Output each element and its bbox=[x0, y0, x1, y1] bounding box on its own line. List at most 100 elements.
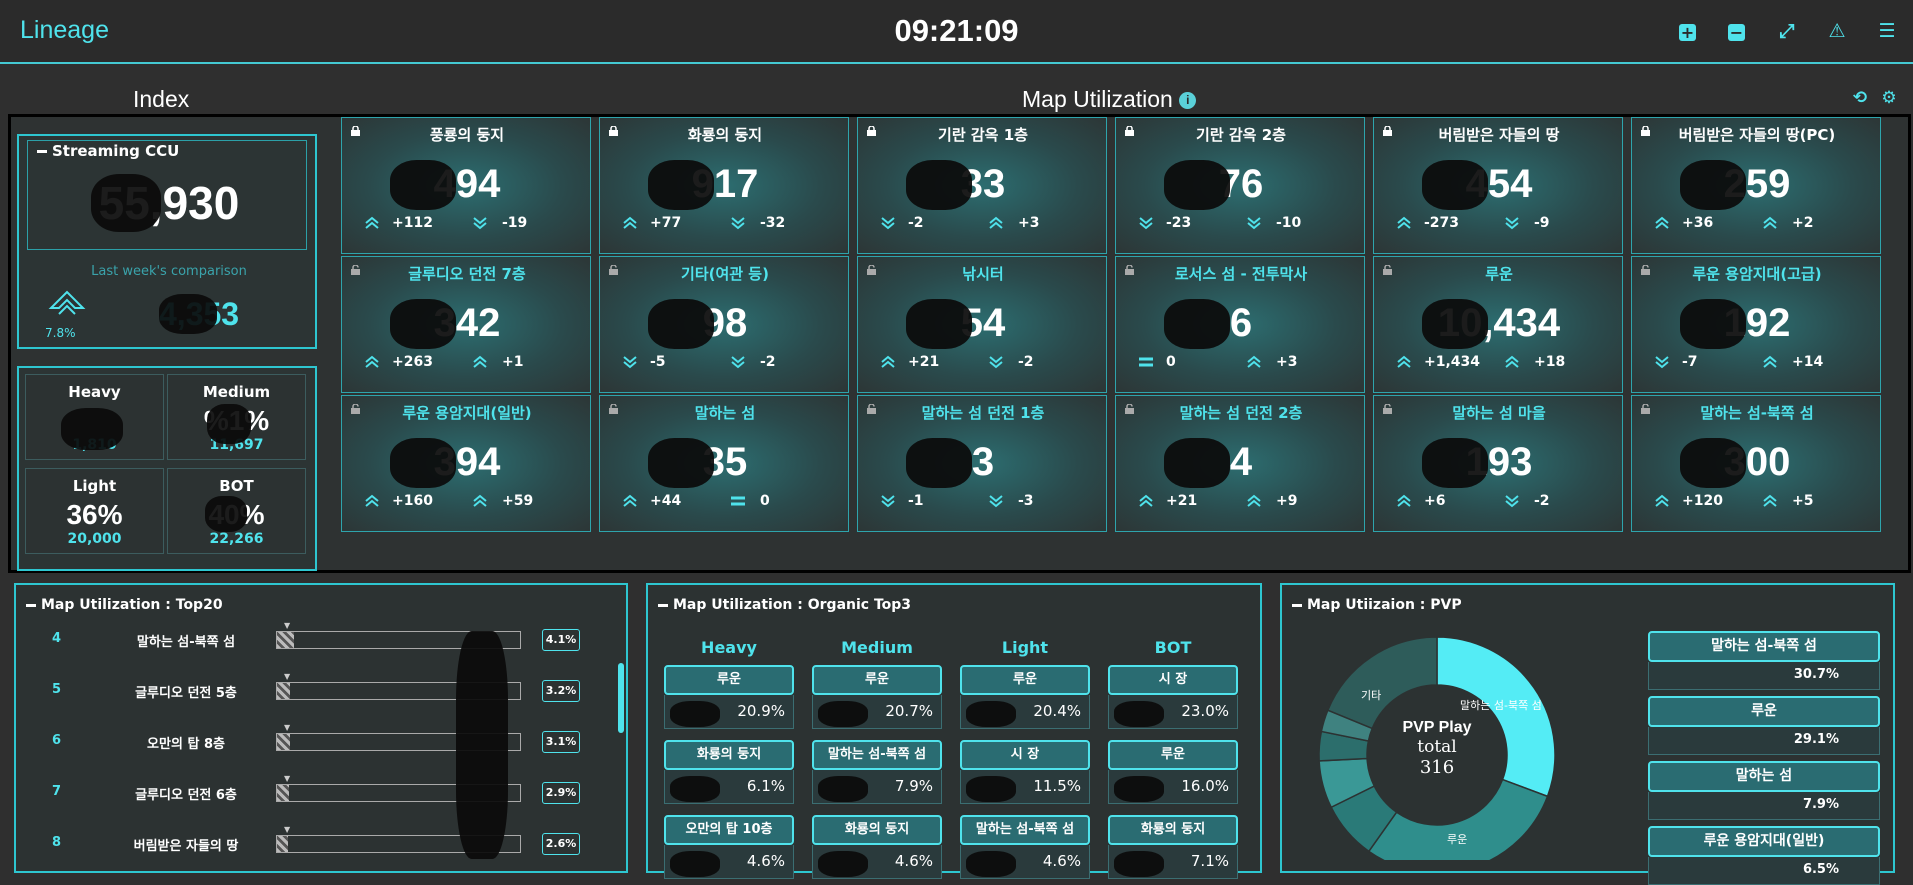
organic-cell[interactable]: 화룡의 둥지 4.6% bbox=[812, 815, 942, 881]
donut-center: PVP Play total 316 bbox=[1357, 719, 1517, 778]
map-card[interactable]: 말하는 섬 던전 2층 4 +21 +9 bbox=[1115, 395, 1365, 532]
clock: 09:21:09 bbox=[894, 13, 1019, 48]
eq-trend-icon bbox=[730, 494, 746, 512]
map-card[interactable]: 말하는 섬 던전 1층 3 -1 -3 bbox=[857, 395, 1107, 532]
comparison-label: Last week's comparison bbox=[91, 264, 247, 279]
redaction bbox=[390, 438, 456, 488]
map-card[interactable]: 버림받은 자들의 땅 454 -273 -9 bbox=[1373, 117, 1623, 254]
table-row[interactable]: 4 말하는 섬-북쪽 섬 ▼ 4.1% bbox=[16, 621, 624, 655]
map-delta-1: +1,434 bbox=[1424, 354, 1481, 370]
map-name: 말하는 섬 마을 bbox=[1452, 404, 1546, 422]
map-value: 454 bbox=[1465, 162, 1533, 206]
segment-panel: Heavy1,810Medium%1%11,697Light36%20,000B… bbox=[17, 366, 317, 571]
up-trend-icon bbox=[1396, 355, 1412, 373]
table-row[interactable]: 7 글루디오 던전 6층 ▼ 2.9% bbox=[16, 774, 624, 808]
add-icon[interactable]: + bbox=[1679, 24, 1696, 41]
map-card[interactable]: 말하는 섬 마을 193 +6 -2 bbox=[1373, 395, 1623, 532]
map-card[interactable]: 루운 10,434 +1,434 +18 bbox=[1373, 256, 1623, 393]
down-trend-icon bbox=[988, 494, 1004, 512]
map-value: 917 bbox=[691, 162, 759, 206]
marker-icon: ▼ bbox=[284, 672, 291, 681]
map-delta-1: +263 bbox=[392, 354, 433, 370]
organic-cell[interactable]: 루운 16.0% bbox=[1108, 740, 1238, 806]
map-value: 259 bbox=[1723, 162, 1791, 206]
map-delta-2: -3 bbox=[1018, 493, 1034, 509]
map-card[interactable]: 기타(여관 등) 98 -5 -2 bbox=[599, 256, 849, 393]
map-card[interactable]: 루운 용암지대(일반) 394 +160 +59 bbox=[341, 395, 591, 532]
index-title: Index bbox=[133, 86, 190, 112]
map-name: 루운 bbox=[1485, 265, 1513, 283]
map-delta-1: +160 bbox=[392, 493, 433, 509]
organic-header: Heavy bbox=[701, 638, 757, 657]
pie-slice[interactable] bbox=[1367, 778, 1549, 860]
refresh-icon[interactable]: ⟲ bbox=[1849, 87, 1871, 109]
table-row[interactable]: 5 글루디오 던전 5층 ▼ 3.2% bbox=[16, 672, 624, 706]
organic-map-name: 오만의 탑 10층 bbox=[664, 815, 794, 845]
fullscreen-icon[interactable]: ⤢ bbox=[1776, 20, 1798, 42]
top-bar: Lineage 09:21:09 + − ⤢ ⚠ ☰ bbox=[0, 0, 1913, 64]
map-card[interactable]: 로서스 섬 - 전투막사 6 0 +3 bbox=[1115, 256, 1365, 393]
map-card[interactable]: 말하는 섬-북쪽 섬 300 +120 +5 bbox=[1631, 395, 1881, 532]
map-value: 4 bbox=[1229, 440, 1253, 484]
map-card[interactable]: 풍룡의 둥지 494 +112 -19 bbox=[341, 117, 591, 254]
usage-fill bbox=[277, 632, 294, 648]
map-card[interactable]: 글루디오 던전 7층 342 +263 +1 bbox=[341, 256, 591, 393]
map-delta-2: +18 bbox=[1534, 354, 1566, 370]
pvp-list-item[interactable]: 루운 용암지대(일반) 6.5% bbox=[1648, 826, 1880, 885]
redaction bbox=[906, 160, 972, 210]
redaction bbox=[1114, 776, 1164, 802]
organic-cell[interactable]: 루운 20.7% bbox=[812, 665, 942, 731]
map-delta-1: -2 bbox=[908, 215, 924, 231]
pvp-list-item[interactable]: 루운 29.1% bbox=[1648, 696, 1880, 755]
pvp-pct: 30.7% bbox=[1648, 662, 1880, 690]
map-card[interactable]: 말하는 섬 35 +44 0 bbox=[599, 395, 849, 532]
map-value: 10,434 bbox=[1437, 301, 1561, 345]
pvp-list-item[interactable]: 말하는 섬-북쪽 섬 30.7% bbox=[1648, 631, 1880, 690]
info-icon[interactable]: i bbox=[1179, 92, 1197, 110]
organic-cell[interactable]: 화룡의 둥지 7.1% bbox=[1108, 815, 1238, 881]
down-trend-icon bbox=[988, 355, 1004, 373]
map-card[interactable]: 화룡의 둥지 917 +77 -32 bbox=[599, 117, 849, 254]
map-value: 494 bbox=[433, 162, 501, 206]
pvp-center-sub: total bbox=[1417, 737, 1457, 757]
map-card[interactable]: 기란 감옥 1층 33 -2 +3 bbox=[857, 117, 1107, 254]
pie-slice[interactable] bbox=[1326, 636, 1438, 730]
organic-cell[interactable]: 말하는 섬-북쪽 섬 4.6% bbox=[960, 815, 1090, 881]
organic-cell[interactable]: 화룡의 둥지 6.1% bbox=[664, 740, 794, 806]
map-card[interactable]: 버림받은 자들의 땅(PC) 259 +36 +2 bbox=[1631, 117, 1881, 254]
map-delta-1: -23 bbox=[1166, 215, 1192, 231]
minus-icon[interactable]: − bbox=[1728, 24, 1745, 41]
map-utilization-title: Map Utilization i bbox=[1022, 86, 1197, 113]
map-card[interactable]: 기란 감옥 2층 76 -23 -10 bbox=[1115, 117, 1365, 254]
table-row[interactable]: 8 버림받은 자들의 땅 ▼ 2.6% bbox=[16, 825, 624, 859]
warning-icon[interactable]: ⚠ bbox=[1826, 20, 1848, 42]
up-trend-icon bbox=[1396, 216, 1412, 234]
redaction bbox=[456, 631, 508, 859]
rank: 8 bbox=[52, 835, 62, 850]
down-trend-icon bbox=[730, 355, 746, 373]
map-value: 98 bbox=[702, 301, 748, 345]
map-name: 기란 감옥 1층 bbox=[938, 126, 1028, 144]
organic-map-name: 시 장 bbox=[960, 740, 1090, 770]
organic-cell[interactable]: 오만의 탑 10층 4.6% bbox=[664, 815, 794, 881]
scrollbar[interactable] bbox=[618, 663, 624, 733]
organic-cell[interactable]: 시 장 11.5% bbox=[960, 740, 1090, 806]
pvp-pct: 6.5% bbox=[1648, 857, 1880, 885]
organic-cell[interactable]: 루운 20.4% bbox=[960, 665, 1090, 731]
map-delta-2: -2 bbox=[760, 354, 776, 370]
map-card[interactable]: 루운 용암지대(고급) 192 -7 +14 bbox=[1631, 256, 1881, 393]
marker-icon: ▼ bbox=[284, 723, 291, 732]
gear-icon[interactable]: ⚙ bbox=[1878, 87, 1900, 109]
organic-cell[interactable]: 말하는 섬-북쪽 섬 7.9% bbox=[812, 740, 942, 806]
map-delta-2: -32 bbox=[760, 215, 786, 231]
organic-cell[interactable]: 루운 20.9% bbox=[664, 665, 794, 731]
table-row[interactable]: 6 오만의 탑 8층 ▼ 3.1% bbox=[16, 723, 624, 757]
map-delta-1: -7 bbox=[1682, 354, 1698, 370]
pvp-list-item[interactable]: 말하는 섬 7.9% bbox=[1648, 761, 1880, 820]
redaction bbox=[648, 438, 714, 488]
organic-cell[interactable]: 시 장 23.0% bbox=[1108, 665, 1238, 731]
up-trend-icon bbox=[1654, 494, 1670, 512]
map-card[interactable]: 낚시터 54 +21 -2 bbox=[857, 256, 1107, 393]
menu-icon[interactable]: ☰ bbox=[1876, 20, 1898, 42]
map-delta-2: -2 bbox=[1018, 354, 1034, 370]
